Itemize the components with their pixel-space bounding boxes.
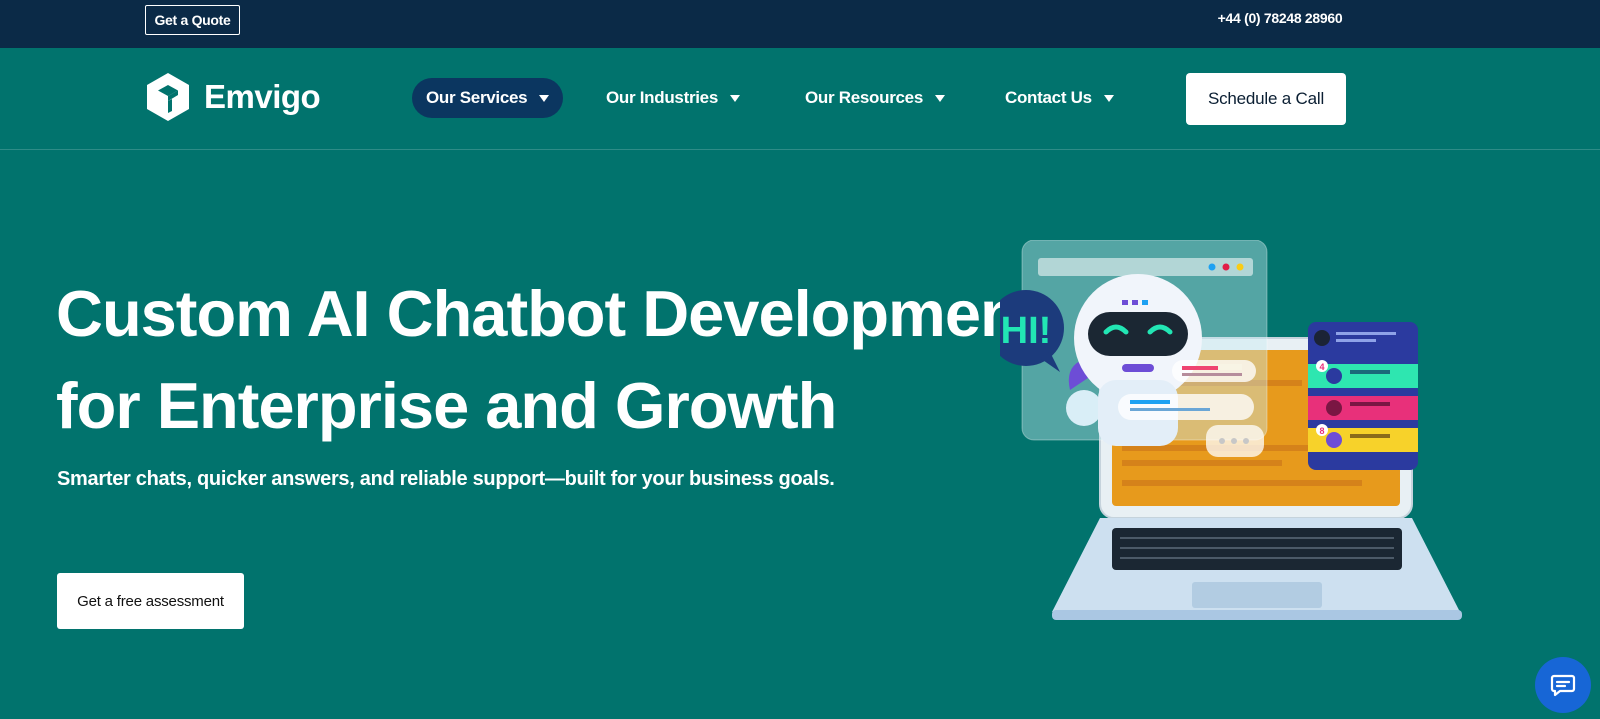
chat-widget-button[interactable]	[1535, 657, 1591, 713]
chatbot-laptop-illustration: HI! 4 8	[1000, 240, 1462, 620]
hero-subtitle: Smarter chats, quicker answers, and reli…	[57, 468, 835, 490]
schedule-a-call-button[interactable]: Schedule a Call	[1186, 73, 1346, 125]
nav-label: Contact Us	[1005, 88, 1092, 107]
nav-label: Our Services	[426, 88, 528, 107]
hero-title-line-2: for Enterprise and Growth	[56, 369, 837, 442]
nav-label: Our Industries	[606, 88, 718, 107]
hi-bubble-text: HI!	[1001, 310, 1052, 352]
caret-down-icon	[539, 94, 550, 102]
laptop-trackpad	[1192, 582, 1322, 608]
free-assessment-button[interactable]: Get a free assessment	[57, 573, 244, 629]
contact-row-pink	[1308, 396, 1418, 420]
badge-count-1: 4	[1319, 362, 1324, 372]
robot-visor	[1088, 312, 1188, 356]
hero-title: Custom AI Chatbot Development for Enterp…	[56, 268, 1056, 452]
cube-logo-icon	[147, 73, 189, 121]
hero-title-line-1: Custom AI Chatbot Development	[56, 277, 1040, 350]
get-a-quote-button[interactable]: Get a Quote	[145, 5, 240, 35]
chat-bubble-2	[1118, 394, 1254, 420]
nav-contact-us[interactable]: Contact Us	[1005, 78, 1114, 118]
top-bar: Get a Quote +44 (0) 78248 28960	[0, 0, 1600, 48]
nav-label: Our Resources	[805, 88, 923, 107]
nav-our-industries[interactable]: Our Industries	[606, 78, 740, 118]
nav-our-services[interactable]: Our Services	[412, 78, 564, 118]
nav-our-resources[interactable]: Our Resources	[805, 78, 945, 118]
main-navbar: Emvigo Our Services Our Industries Our R…	[0, 48, 1600, 150]
brand-name: Emvigo	[204, 78, 321, 115]
phone-number-link[interactable]: +44 (0) 78248 28960	[1190, 10, 1370, 26]
badge-count-2: 8	[1319, 426, 1324, 436]
caret-down-icon	[1103, 94, 1114, 102]
chat-bubble-icon	[1550, 674, 1576, 697]
caret-down-icon	[730, 94, 740, 102]
caret-down-icon	[934, 94, 945, 102]
brand-logo[interactable]: Emvigo	[144, 71, 321, 123]
chat-bubble-1	[1172, 360, 1256, 382]
